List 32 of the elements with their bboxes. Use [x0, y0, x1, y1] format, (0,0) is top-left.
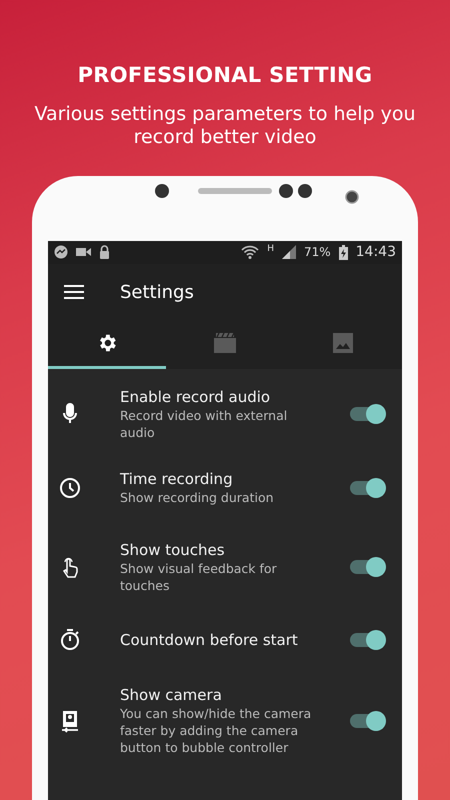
headline: PROFESSIONAL SETTING [76, 62, 374, 89]
lock-icon [99, 245, 110, 259]
clapperboard-icon [214, 333, 236, 353]
toggle-switch[interactable] [350, 480, 384, 494]
battery-charging-icon [338, 244, 348, 260]
clock-icon [58, 476, 82, 500]
toggle-switch[interactable] [350, 632, 384, 646]
menu-button[interactable] [64, 285, 84, 299]
setting-title: Enable record audio [120, 386, 272, 406]
wifi-icon [241, 244, 260, 260]
video-camera-icon [76, 247, 91, 257]
setting-title: Countdown before start [120, 630, 299, 650]
toolbar-title: Settings [120, 280, 194, 304]
clock-time: 14:43 [356, 242, 396, 262]
setting-title: Show camera [120, 685, 223, 705]
setting-summary: Show visual feedback for touches [120, 560, 278, 594]
signal-icon [282, 245, 296, 259]
stopwatch-icon [58, 628, 82, 652]
setting-title: Time recording [120, 469, 234, 489]
toggle-switch[interactable] [350, 714, 384, 728]
image-icon [333, 333, 353, 353]
subtitle: Various settings parameters to help you record better video [33, 102, 417, 148]
setting-summary: You can show/hide the camera faster by adding the camera button to bubble controller [120, 705, 312, 756]
toggle-switch[interactable] [350, 406, 384, 420]
camera-icon [345, 190, 359, 204]
messenger-icon [54, 245, 68, 259]
toggle-switch[interactable] [350, 560, 384, 574]
battery-level: 71% [304, 244, 331, 261]
setting-summary: Show recording duration [120, 489, 275, 506]
setting-title: Show touches [120, 540, 226, 560]
setting-summary: Record video with external audio [120, 406, 288, 440]
network-type: H [267, 242, 274, 256]
